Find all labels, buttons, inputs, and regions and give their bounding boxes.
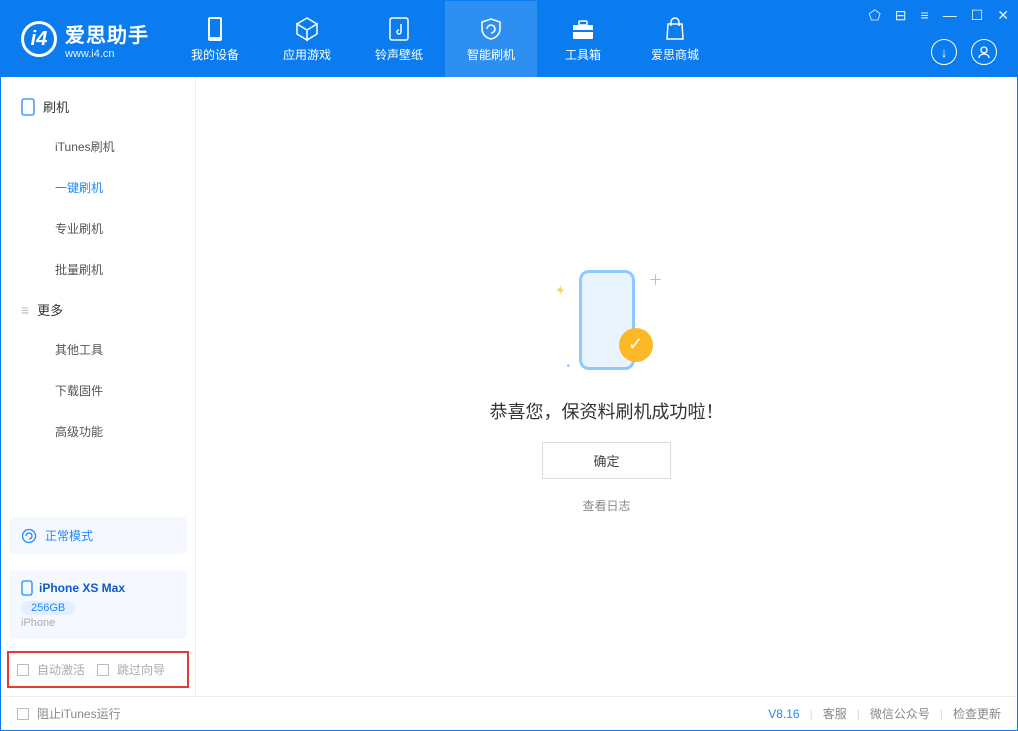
version-label: V8.16 [768, 707, 799, 721]
tab-label: 我的设备 [191, 46, 239, 63]
phone-small-icon [21, 580, 33, 596]
logo-text: 爱思助手 www.i4.cn [65, 19, 149, 60]
check-badge-icon: ✓ [619, 328, 653, 362]
separator: | [857, 707, 860, 721]
user-icon[interactable] [971, 39, 997, 65]
cube-icon [294, 16, 320, 42]
sparkle-icon: ＋ [649, 270, 663, 290]
tab-label: 智能刷机 [467, 46, 515, 63]
briefcase-icon [570, 16, 596, 42]
shopping-bag-icon [662, 16, 688, 42]
sidebar-item-other-tools[interactable]: 其他工具 [1, 329, 195, 370]
close-button[interactable]: ✕ [997, 7, 1009, 24]
device-info-block[interactable]: iPhone XS Max 256GB iPhone [9, 570, 187, 639]
checkbox-block-itunes[interactable] [17, 708, 29, 720]
opt-auto-activate-label: 自动激活 [37, 661, 85, 678]
device-capacity: 256GB [21, 601, 75, 615]
tab-label: 工具箱 [565, 46, 601, 63]
tab-store[interactable]: 爱思商城 [629, 1, 721, 77]
feedback-icon[interactable]: ⊟ [895, 7, 907, 24]
device-mode-block[interactable]: 正常模式 [9, 517, 187, 554]
sparkle-icon: ✦ [555, 282, 567, 299]
phone-icon [202, 16, 228, 42]
nav-tabs: 我的设备 应用游戏 铃声壁纸 智能刷机 工具箱 爱思商城 [169, 1, 721, 77]
footer: 阻止iTunes运行 V8.16 | 客服 | 微信公众号 | 检查更新 [1, 696, 1017, 730]
sparkle-icon: • [567, 361, 571, 372]
header-right-icons: ↓ [931, 39, 997, 65]
checkbox-skip-guide[interactable] [97, 664, 109, 676]
ok-button[interactable]: 确定 [542, 442, 670, 479]
device-name: iPhone XS Max [39, 581, 125, 595]
maximize-button[interactable]: ☐ [971, 7, 984, 24]
logo-area: i4 爱思助手 www.i4.cn [1, 19, 169, 60]
app-title: 爱思助手 [65, 19, 149, 48]
sidebar-group-more: ≡ 更多 [1, 290, 195, 329]
tab-toolbox[interactable]: 工具箱 [537, 1, 629, 77]
group-title-text: 更多 [37, 300, 63, 319]
logo-icon: i4 [21, 21, 57, 57]
view-log-link[interactable]: 查看日志 [582, 497, 630, 514]
tab-my-device[interactable]: 我的设备 [169, 1, 261, 77]
mode-label: 正常模式 [45, 527, 93, 544]
checkbox-auto-activate[interactable] [17, 664, 29, 676]
shield-refresh-icon [478, 16, 504, 42]
sidebar-scroll: 刷机 iTunes刷机 一键刷机 专业刷机 批量刷机 ≡ 更多 其他工具 下载固… [1, 77, 195, 509]
tab-label: 应用游戏 [283, 46, 331, 63]
tab-ringtone-wallpaper[interactable]: 铃声壁纸 [353, 1, 445, 77]
separator: | [940, 707, 943, 721]
content-area: ✦ ＋ • ✓ 恭喜您，保资料刷机成功啦！ 确定 查看日志 [196, 77, 1017, 696]
list-icon: ≡ [21, 302, 29, 318]
sidebar-item-download-firmware[interactable]: 下载固件 [1, 370, 195, 411]
opt-skip-guide-label: 跳过向导 [117, 661, 165, 678]
minimize-button[interactable]: — [943, 7, 957, 24]
app-header: i4 爱思助手 www.i4.cn 我的设备 应用游戏 铃声壁纸 智能刷机 工具… [1, 1, 1017, 77]
footer-left: 阻止iTunes运行 [17, 705, 121, 722]
sidebar: 刷机 iTunes刷机 一键刷机 专业刷机 批量刷机 ≡ 更多 其他工具 下载固… [1, 77, 196, 696]
wechat-link[interactable]: 微信公众号 [870, 705, 930, 722]
options-row-highlighted: 自动激活 跳过向导 [7, 651, 189, 688]
menu-icon[interactable]: ≡ [921, 7, 929, 24]
tab-label: 爱思商城 [651, 46, 699, 63]
success-message: 恭喜您，保资料刷机成功啦！ [490, 398, 724, 424]
app-subtitle: www.i4.cn [65, 48, 149, 60]
sidebar-item-pro-flash[interactable]: 专业刷机 [1, 208, 195, 249]
support-link[interactable]: 客服 [823, 705, 847, 722]
refresh-circle-icon [21, 528, 37, 544]
sidebar-group-flash: 刷机 [1, 87, 195, 126]
device-type: iPhone [21, 617, 175, 629]
tab-smart-flash[interactable]: 智能刷机 [445, 1, 537, 77]
sidebar-item-oneclick-flash[interactable]: 一键刷机 [1, 167, 195, 208]
tab-label: 铃声壁纸 [375, 46, 423, 63]
sidebar-item-itunes-flash[interactable]: iTunes刷机 [1, 126, 195, 167]
sidebar-item-advanced[interactable]: 高级功能 [1, 411, 195, 452]
download-icon[interactable]: ↓ [931, 39, 957, 65]
success-illustration: ✦ ＋ • ✓ [547, 260, 667, 380]
tab-apps-games[interactable]: 应用游戏 [261, 1, 353, 77]
separator: | [810, 707, 813, 721]
footer-right: V8.16 | 客服 | 微信公众号 | 检查更新 [768, 705, 1001, 722]
window-controls: ⬠ ⊟ ≡ — ☐ ✕ [869, 7, 1009, 24]
tshirt-icon[interactable]: ⬠ [869, 7, 881, 24]
sidebar-item-batch-flash[interactable]: 批量刷机 [1, 249, 195, 290]
music-file-icon [386, 16, 412, 42]
device-icon [21, 98, 35, 116]
body: 刷机 iTunes刷机 一键刷机 专业刷机 批量刷机 ≡ 更多 其他工具 下载固… [1, 77, 1017, 696]
group-title-text: 刷机 [43, 97, 69, 116]
check-update-link[interactable]: 检查更新 [953, 705, 1001, 722]
block-itunes-label: 阻止iTunes运行 [37, 705, 121, 722]
